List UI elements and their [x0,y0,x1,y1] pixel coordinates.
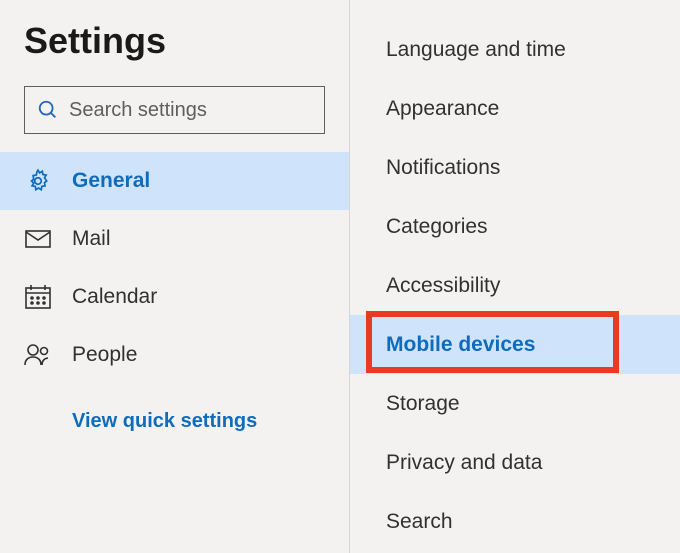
sub-item-privacy-and-data[interactable]: Privacy and data [350,433,680,492]
nav-item-mail[interactable]: Mail [0,210,349,268]
sub-item-language-and-time[interactable]: Language and time [350,20,680,79]
sub-item-label: Search [386,510,453,534]
sub-item-categories[interactable]: Categories [350,197,680,256]
nav-item-people[interactable]: People [0,326,349,384]
settings-left-panel: Settings General Mail [0,0,350,553]
sub-item-label: Mobile devices [386,333,535,357]
page-title: Settings [0,20,349,86]
calendar-icon [24,283,52,311]
sub-item-label: Accessibility [386,274,500,298]
sub-item-notifications[interactable]: Notifications [350,138,680,197]
sub-item-mobile-devices[interactable]: Mobile devices [350,315,680,374]
search-icon [37,99,59,121]
mail-icon [24,225,52,253]
sub-item-label: Categories [386,215,488,239]
nav-item-general[interactable]: General [0,152,349,210]
sub-item-accessibility[interactable]: Accessibility [350,256,680,315]
nav-item-label: General [72,169,150,193]
nav-item-label: Mail [72,227,111,251]
sub-item-search[interactable]: Search [350,492,680,551]
sub-item-label: Notifications [386,156,500,180]
settings-sub-panel: Language and time Appearance Notificatio… [350,0,680,553]
nav-item-calendar[interactable]: Calendar [0,268,349,326]
nav-item-label: Calendar [72,285,157,309]
search-box[interactable] [24,86,325,134]
search-input[interactable] [69,99,312,122]
sub-item-label: Storage [386,392,460,416]
nav-item-label: People [72,343,137,367]
sub-item-label: Appearance [386,97,499,121]
view-quick-settings-link[interactable]: View quick settings [0,384,349,459]
sub-item-label: Language and time [386,38,566,62]
sub-item-appearance[interactable]: Appearance [350,79,680,138]
gear-icon [24,167,52,195]
sub-item-storage[interactable]: Storage [350,374,680,433]
people-icon [24,341,52,369]
sub-item-label: Privacy and data [386,451,542,475]
